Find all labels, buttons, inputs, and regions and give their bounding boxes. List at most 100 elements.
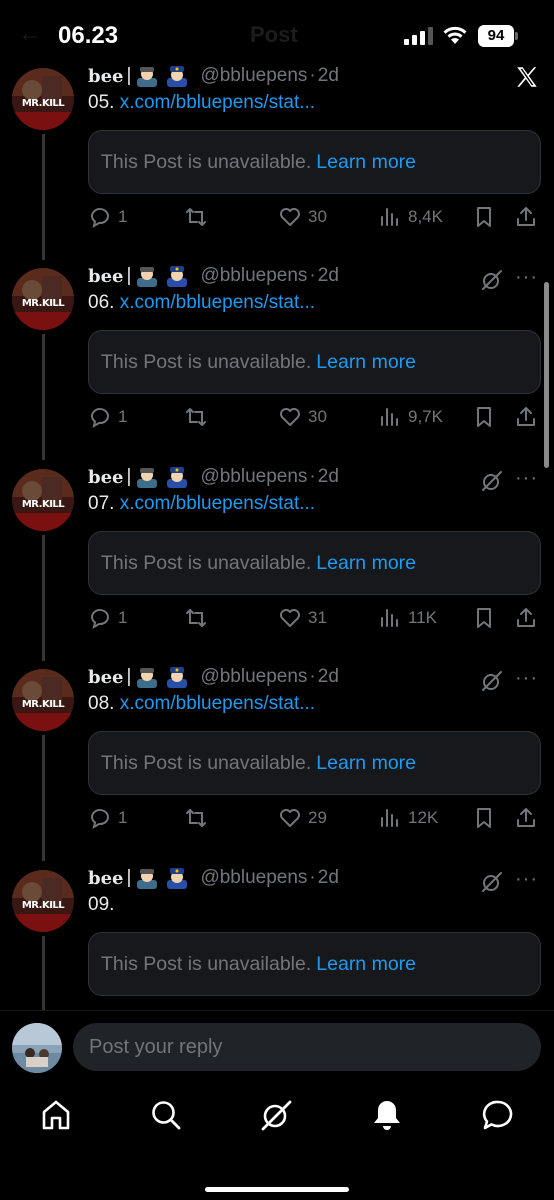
bookmark-button[interactable]	[472, 202, 502, 232]
avatar[interactable]: MR.KILL	[12, 68, 74, 130]
back-arrow-icon[interactable]: ←	[18, 20, 42, 48]
grok-icon[interactable]	[480, 669, 504, 693]
post-card[interactable]: MR.KILL bee | @bbluepens · 2d ··· 09. Th…	[0, 862, 554, 1010]
repost-button[interactable]	[184, 402, 214, 432]
like-button[interactable]: 30	[278, 402, 327, 432]
avatar[interactable]: MR.KILL	[12, 870, 74, 932]
like-count: 31	[308, 608, 327, 627]
share-button[interactable]	[514, 803, 544, 833]
display-name[interactable]: bee	[88, 667, 124, 688]
post-number: 07.	[88, 493, 115, 514]
more-options-icon[interactable]: ···	[515, 869, 541, 894]
reply-button[interactable]: 1	[88, 803, 127, 833]
reply-input[interactable]: Post your reply	[73, 1023, 541, 1071]
post-card[interactable]: MR.KILL bee | @bbluepens · 2d 05. x.com/…	[0, 60, 554, 260]
learn-more-link[interactable]: Learn more	[316, 953, 416, 976]
post-link[interactable]: x.com/bbluepens/stat...	[120, 292, 315, 313]
learn-more-link[interactable]: Learn more	[316, 752, 416, 775]
avatar-logo-text: MR.KILL	[21, 298, 65, 309]
avatar[interactable]: MR.KILL	[12, 669, 74, 731]
heart-icon	[280, 208, 300, 226]
avatar[interactable]: MR.KILL	[12, 268, 74, 330]
reply-button[interactable]: 1	[88, 402, 127, 432]
learn-more-link[interactable]: Learn more	[316, 552, 416, 575]
separator-dot: ·	[309, 265, 316, 286]
scrollbar[interactable]	[544, 282, 549, 468]
reply-icon	[90, 408, 109, 429]
reply-button[interactable]: 1	[88, 202, 127, 232]
avatar[interactable]: MR.KILL	[12, 469, 74, 531]
handle[interactable]: @bbluepens	[200, 466, 307, 488]
display-name[interactable]: bee	[88, 868, 124, 889]
like-button[interactable]: 29	[278, 803, 327, 833]
name-separator: |	[126, 867, 132, 888]
post-text: 09.	[88, 894, 114, 916]
police-officer-emoji-icon	[167, 868, 188, 889]
repost-button[interactable]	[184, 202, 214, 232]
avatar-logo-text: MR.KILL	[21, 699, 65, 710]
learn-more-link[interactable]: Learn more	[316, 351, 416, 374]
more-options-icon[interactable]: ···	[515, 668, 541, 693]
post-actions: 1 29 12K	[88, 803, 548, 833]
views-icon	[381, 208, 398, 226]
post-card[interactable]: MR.KILL bee | @bbluepens · 2d ··· 07. x.…	[0, 461, 554, 661]
avatar-logo-text: MR.KILL	[21, 900, 65, 911]
learn-more-link[interactable]: Learn more	[316, 151, 416, 174]
share-button[interactable]	[514, 402, 544, 432]
bookmark-icon	[477, 608, 491, 628]
home-icon[interactable]	[38, 1097, 74, 1133]
post-link[interactable]: x.com/bbluepens/stat...	[120, 493, 315, 514]
post-header: bee | @bbluepens · 2d	[88, 465, 339, 489]
like-button[interactable]: 30	[278, 202, 327, 232]
view-count: 8,4K	[408, 207, 443, 226]
more-options-icon[interactable]: ···	[515, 468, 541, 493]
post-number: 09.	[88, 894, 115, 915]
display-name[interactable]: bee	[88, 66, 124, 87]
post-header: bee | @bbluepens · 2d	[88, 64, 339, 88]
person-emoji-icon	[137, 668, 158, 688]
reply-icon	[90, 809, 109, 830]
views-button[interactable]: 8,4K	[378, 202, 443, 232]
like-count: 30	[308, 407, 327, 426]
share-button[interactable]	[514, 603, 544, 633]
repost-button[interactable]	[184, 603, 214, 633]
handle[interactable]: @bbluepens	[200, 65, 307, 87]
grok-icon[interactable]	[480, 469, 504, 493]
grok-icon[interactable]	[258, 1097, 294, 1133]
messages-icon[interactable]	[480, 1097, 516, 1133]
bell-icon[interactable]	[369, 1097, 405, 1133]
post-link[interactable]: x.com/bbluepens/stat...	[120, 693, 315, 714]
wifi-icon	[443, 26, 467, 44]
thread-connector	[42, 535, 45, 661]
user-avatar[interactable]	[12, 1023, 62, 1073]
share-button[interactable]	[514, 202, 544, 232]
bookmark-button[interactable]	[472, 803, 502, 833]
bookmark-button[interactable]	[472, 402, 502, 432]
person-emoji-icon	[137, 869, 158, 889]
post-link[interactable]: x.com/bbluepens/stat...	[120, 92, 315, 113]
grok-icon[interactable]	[480, 870, 504, 894]
like-button[interactable]: 31	[278, 603, 327, 633]
post-actions: 1 30 8,4K	[88, 202, 548, 232]
handle[interactable]: @bbluepens	[200, 666, 307, 688]
views-button[interactable]: 11K	[378, 603, 437, 633]
handle[interactable]: @bbluepens	[200, 265, 307, 287]
display-name[interactable]: bee	[88, 266, 124, 287]
reply-button[interactable]: 1	[88, 603, 127, 633]
post-card[interactable]: MR.KILL bee | @bbluepens · 2d ··· 08. x.…	[0, 661, 554, 861]
post-text: 07. x.com/bbluepens/stat...	[88, 493, 315, 515]
post-card[interactable]: MR.KILL bee | @bbluepens · 2d ··· 06. x.…	[0, 260, 554, 460]
more-options-icon[interactable]: ···	[515, 267, 541, 292]
bookmark-button[interactable]	[472, 603, 502, 633]
search-icon[interactable]	[148, 1097, 184, 1133]
home-indicator[interactable]	[205, 1187, 349, 1192]
views-button[interactable]: 12K	[378, 803, 438, 833]
battery-indicator: 94	[478, 25, 518, 47]
person-emoji-icon	[137, 468, 158, 488]
handle[interactable]: @bbluepens	[200, 867, 307, 889]
display-name[interactable]: bee	[88, 467, 124, 488]
views-button[interactable]: 9,7K	[378, 402, 443, 432]
repost-icon	[186, 609, 206, 627]
repost-button[interactable]	[184, 803, 214, 833]
grok-icon[interactable]	[480, 268, 504, 292]
